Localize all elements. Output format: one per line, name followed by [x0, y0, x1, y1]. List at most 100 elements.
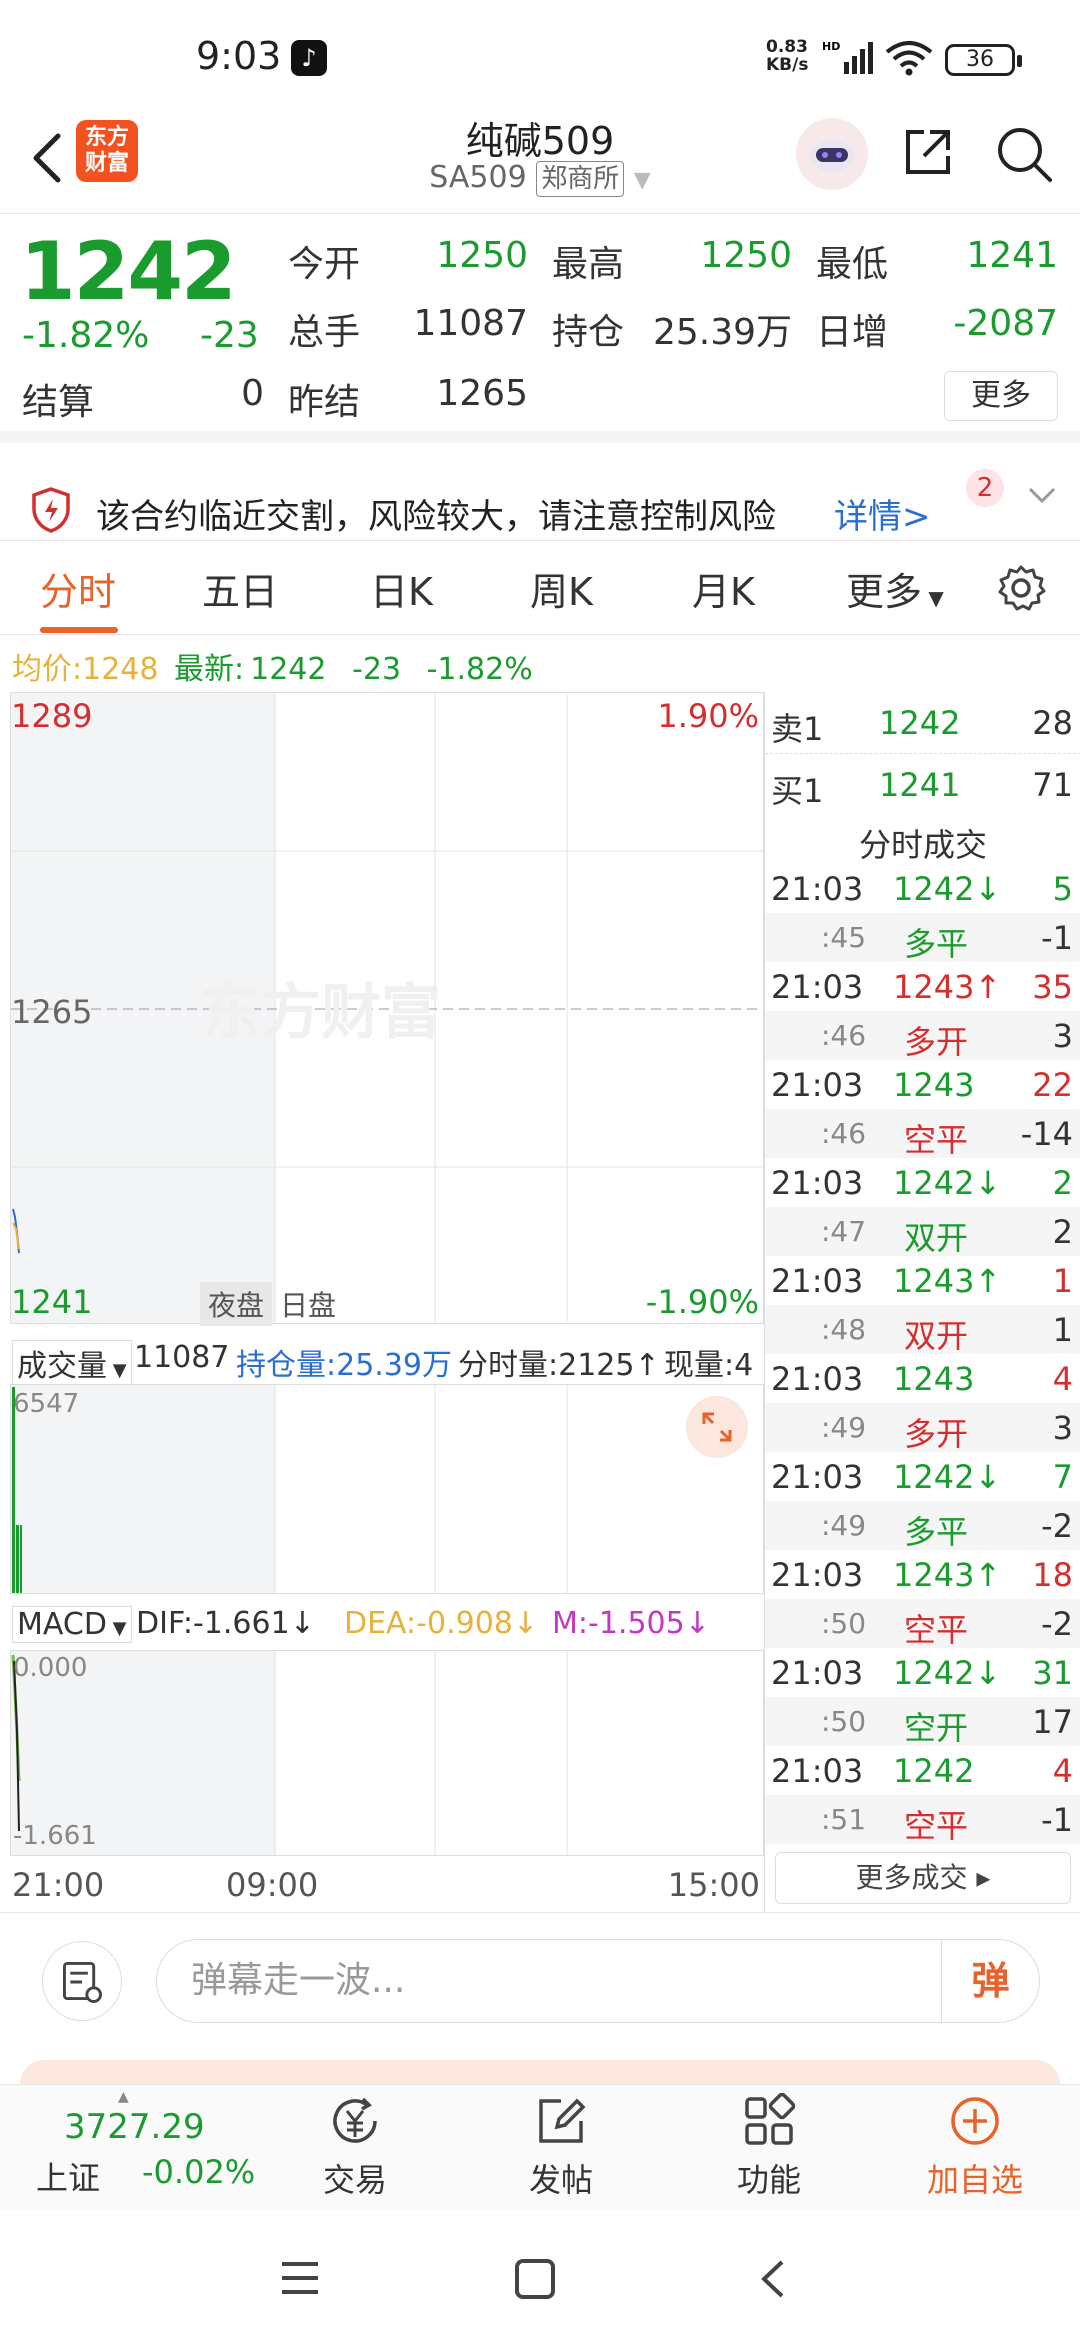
open-interest-label: 持仓: [552, 312, 625, 353]
y-min-label: 1241: [11, 1283, 93, 1321]
trades-title: 分时成交: [858, 826, 987, 864]
home-icon[interactable]: [514, 2258, 556, 2300]
time-axis-end: 15:00: [667, 1866, 760, 1904]
danmaku-input[interactable]: 弹幕走一波... 弹: [156, 1939, 1040, 2023]
trade-oi-change: -2: [1041, 1605, 1073, 1643]
tab-daily-k[interactable]: 日K: [370, 561, 433, 616]
status-bar: 9:03 ♪ 0.83 KB/s HD 36: [0, 0, 1080, 110]
trade-oi-change: 3: [1052, 1017, 1073, 1055]
tab-five-day[interactable]: 五日: [202, 561, 278, 616]
nav-add-watchlist[interactable]: 加自选: [900, 2093, 1050, 2201]
trade-type: 空开: [903, 1709, 968, 1747]
tab-intraday[interactable]: 分时: [40, 561, 116, 616]
contract-selector[interactable]: SA509 郑商所 ▼: [340, 160, 740, 197]
trade-volume: 4: [1052, 1360, 1073, 1398]
order-book-bid: 买1 1241 71: [771, 766, 1073, 810]
trade-row: 21:03 1242↓ 31: [765, 1648, 1080, 1697]
macd-chart: 0.000 -1.661: [10, 1650, 764, 1856]
shield-alert-icon: [32, 487, 70, 533]
daily-increase-value: -2087: [953, 303, 1058, 344]
robot-assistant-icon[interactable]: [796, 118, 868, 190]
order-book-ask: 卖1 1242 28: [765, 692, 1080, 754]
nav-functions[interactable]: 功能: [694, 2093, 844, 2201]
intraday-chart[interactable]: 东方财富 1289 1265 1241 1.90% -1.90%: [10, 692, 764, 1324]
index-change: -0.02%: [142, 2153, 256, 2191]
price-summary-line: 均价:1248 最新: 1242 -23 -1.82%: [12, 652, 533, 687]
notice-count-badge: 2: [966, 469, 1004, 507]
prev-settle-value: 1265: [436, 373, 528, 414]
trade-detail-row: :48 双开 1: [765, 1305, 1080, 1355]
network-speed: 0.83 KB/s: [766, 37, 809, 75]
low-label: 最低: [816, 244, 889, 285]
contract-title: 纯碱509: [465, 119, 615, 163]
y-mid-label: 1265: [11, 993, 93, 1031]
trade-oi-change: -1: [1041, 919, 1073, 957]
tab-weekly-k[interactable]: 周K: [530, 561, 593, 616]
trade-volume: 22: [1032, 1066, 1073, 1104]
search-icon[interactable]: [994, 124, 1054, 184]
gear-icon[interactable]: [996, 563, 1046, 613]
risk-notice[interactable]: 该合约临近交割，风险较大，请注意控制风险 详情> 2: [0, 455, 1080, 541]
trade-time: 21:03: [771, 968, 864, 1006]
session-legend: 夜盘 日盘: [200, 1282, 344, 1326]
expand-icon[interactable]: [686, 1396, 748, 1458]
index-value: 3727.29: [64, 2107, 205, 2147]
trade-detail-row: :50 空开 17: [765, 1697, 1080, 1747]
trade-price: 1242↓: [893, 1458, 1002, 1496]
nav-post[interactable]: 发帖: [486, 2093, 636, 2201]
trade-seconds: :50: [821, 1607, 867, 1640]
trade-time: 21:03: [771, 1654, 864, 1692]
index-name: 上证: [36, 2159, 101, 2197]
back-icon[interactable]: [758, 2258, 788, 2300]
night-session-label: 夜盘: [200, 1282, 273, 1326]
promo-banner-edge[interactable]: [20, 2060, 1060, 2084]
trade-price: 1243↑: [893, 1262, 1002, 1300]
menu-icon[interactable]: [280, 2260, 320, 2296]
edit-icon: [539, 2098, 586, 2143]
settlement-value: 0: [241, 373, 264, 414]
trade-volume: 2: [1052, 1164, 1073, 1202]
pct-min-label: -1.90%: [645, 1283, 759, 1321]
trade-type: 多平: [903, 925, 968, 963]
active-tab-indicator: [40, 627, 118, 633]
plus-circle-icon: [951, 2097, 999, 2145]
trade-type: 空平: [903, 1121, 968, 1159]
trade-row: 21:03 1243 4: [765, 1354, 1080, 1403]
trade-time: 21:03: [771, 1066, 864, 1104]
chevron-down-icon[interactable]: [1022, 479, 1062, 509]
trade-row: 21:03 1242↓ 2: [765, 1158, 1080, 1207]
trade-type: 双开: [903, 1219, 968, 1257]
trade-price: 1242↓: [893, 1164, 1002, 1202]
trade-type: 多开: [903, 1023, 968, 1061]
more-trades-button[interactable]: 更多成交 ▸: [775, 1852, 1071, 1904]
trade-detail-row: :49 多开 3: [765, 1403, 1080, 1453]
trade-type: 双开: [903, 1317, 968, 1355]
tab-monthly-k[interactable]: 月K: [692, 561, 755, 616]
trade-detail-row: :51 空平 -1: [765, 1795, 1080, 1845]
trade-volume: 7: [1052, 1458, 1073, 1496]
notice-detail-link[interactable]: 详情>: [834, 489, 931, 538]
trade-time: 21:03: [771, 1458, 864, 1496]
trade-oi-change: 17: [1032, 1703, 1073, 1741]
back-arrow-icon[interactable]: [22, 122, 72, 192]
trade-detail-row: :49 多平 -2: [765, 1501, 1080, 1551]
danmaku-toggle-button[interactable]: 弹: [941, 1940, 1039, 2022]
volume-indicator-selector[interactable]: 成交量 ▼: [12, 1340, 132, 1386]
tab-more[interactable]: 更多 ▼: [846, 561, 944, 616]
nav-trade[interactable]: 交易: [280, 2093, 430, 2201]
day-session-label: 日盘: [280, 1289, 337, 1322]
trade-seconds: :49: [821, 1509, 867, 1542]
note-settings-icon[interactable]: [42, 1941, 122, 2021]
trade-seconds: :50: [821, 1705, 867, 1738]
more-quote-button[interactable]: 更多: [944, 371, 1058, 421]
intraday-chart-grid: 东方财富: [11, 693, 763, 1323]
time-axis: 21:00 09:00 15:00: [10, 1860, 764, 1910]
trade-oi-change: 3: [1052, 1409, 1073, 1447]
macd-m: M:-1.505↓: [552, 1606, 710, 1641]
share-icon[interactable]: [900, 124, 956, 180]
trade-row: 21:03 1242↓ 5: [765, 864, 1080, 913]
trade-time: 21:03: [771, 1164, 864, 1202]
trade-seconds: :46: [821, 1117, 867, 1150]
settlement-label: 结算: [22, 382, 95, 423]
macd-selector[interactable]: MACD ▼: [12, 1606, 132, 1643]
